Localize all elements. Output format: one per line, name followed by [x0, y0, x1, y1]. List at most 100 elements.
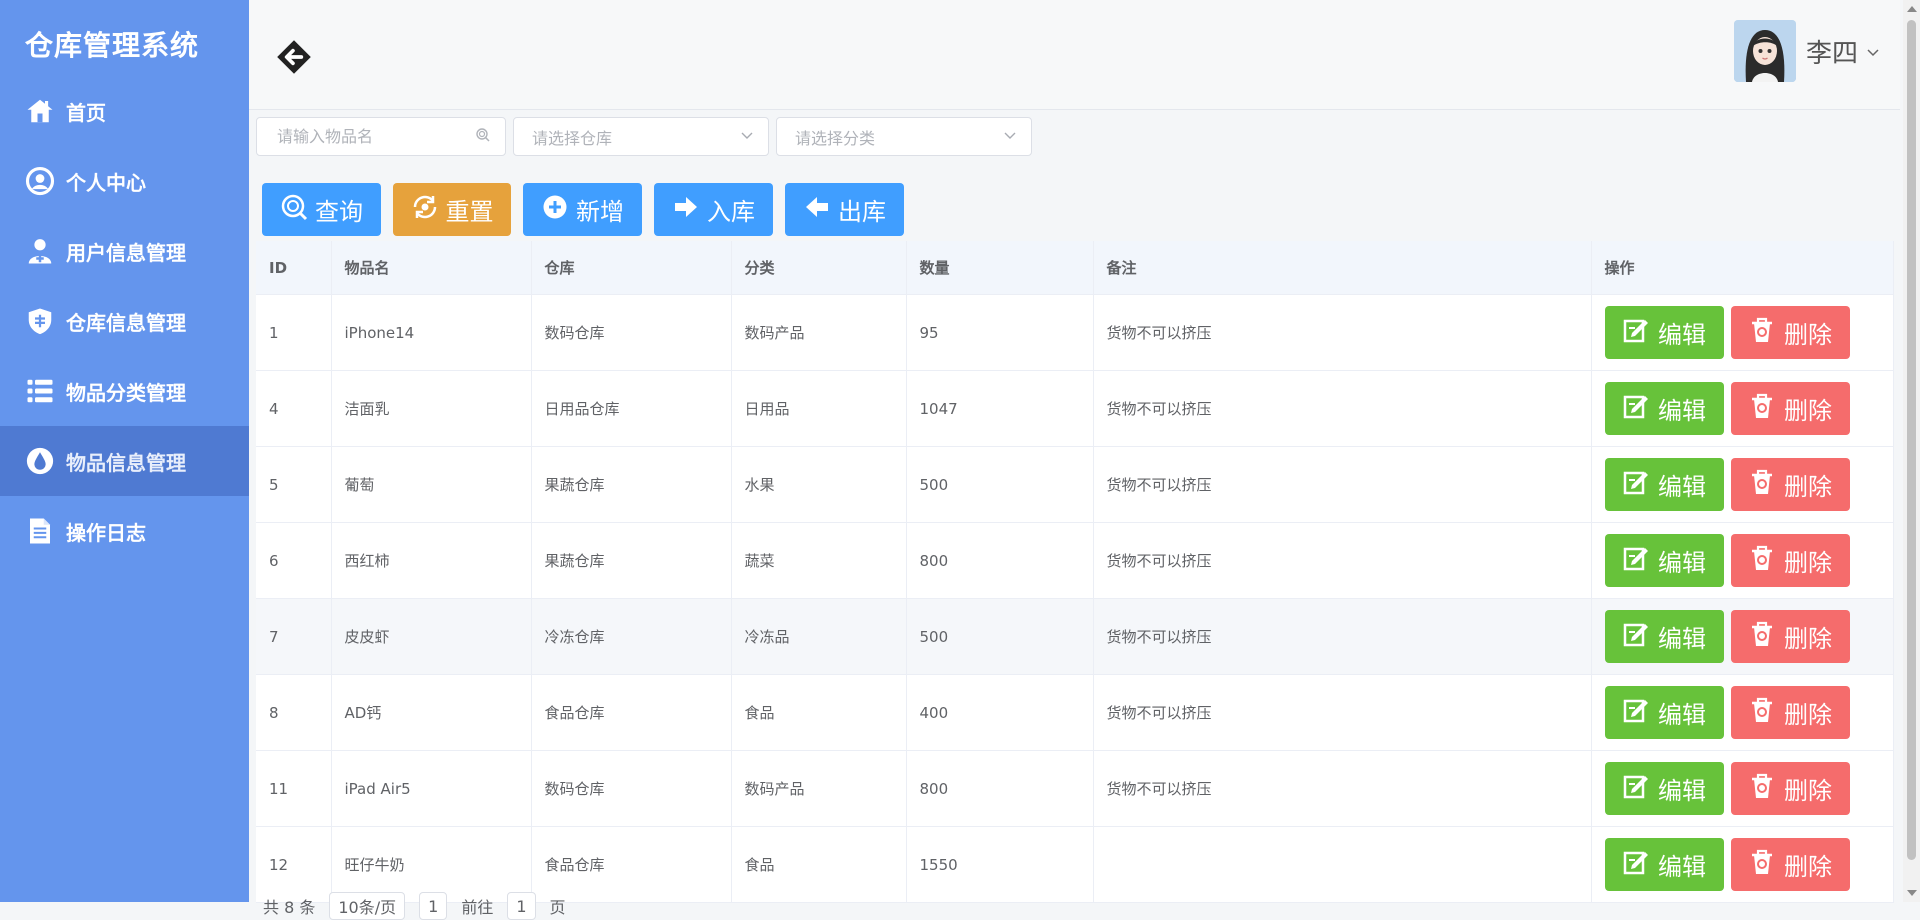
delete-button-label: 删除: [1784, 397, 1832, 425]
warehouse-select[interactable]: 请选择仓库: [513, 117, 769, 156]
cell-qty: 95: [906, 294, 1094, 371]
arrow-left-icon: [803, 193, 838, 227]
query-button[interactable]: 查询: [262, 183, 381, 236]
delete-button[interactable]: 删除: [1730, 534, 1850, 587]
row-actions: 编辑 删除: [1604, 534, 1892, 587]
sidebar-item-label: 操作日志: [66, 520, 146, 545]
sidebar-item-profile[interactable]: 个人中心: [0, 146, 249, 216]
sidebar-item-logs[interactable]: 操作日志: [0, 496, 249, 566]
edit-icon: [1622, 696, 1658, 730]
edit-button[interactable]: 编辑: [1604, 686, 1724, 739]
delete-button[interactable]: 删除: [1730, 838, 1850, 891]
goto-prefix: 前往: [461, 898, 494, 917]
inbound-button-label: 入库: [707, 198, 755, 226]
scrollbar[interactable]: [1903, 0, 1920, 902]
header: 李四: [249, 0, 1900, 110]
cell-note: [1093, 826, 1592, 903]
scroll-down-icon[interactable]: [1907, 890, 1917, 896]
chevron-down-icon: [1866, 44, 1880, 58]
delete-button-label: 删除: [1784, 777, 1832, 805]
table-row: 1 iPhone14 数码仓库 数码产品 95 货物不可以挤压 编辑 删除: [256, 294, 1894, 371]
edit-button[interactable]: 编辑: [1604, 762, 1724, 815]
app-title: 仓库管理系统: [25, 29, 200, 62]
outbound-button[interactable]: 出库: [785, 183, 904, 236]
delete-button-label: 删除: [1784, 549, 1832, 577]
cell-qty: 1047: [906, 370, 1094, 447]
table-header-row: ID 物品名 仓库 分类 数量 备注 操作: [256, 241, 1894, 295]
cell-warehouse: 日用品仓库: [531, 370, 732, 447]
edit-button[interactable]: 编辑: [1604, 382, 1724, 435]
back-arrow-icon[interactable]: [273, 36, 315, 78]
cell-category: 水果: [731, 446, 907, 523]
reset-button[interactable]: 重置: [393, 183, 511, 236]
cell-category: 数码产品: [731, 750, 907, 827]
item-name-input[interactable]: [275, 126, 469, 147]
sidebar-item-warehouses[interactable]: 仓库信息管理: [0, 286, 249, 356]
inbound-button[interactable]: 入库: [654, 183, 773, 236]
delete-button[interactable]: 删除: [1730, 382, 1850, 435]
delete-button[interactable]: 删除: [1730, 610, 1850, 663]
user-add-icon: [24, 235, 56, 267]
table-row: 8 AD钙 食品仓库 食品 400 货物不可以挤压 编辑 删除: [256, 674, 1894, 751]
edit-button-label: 编辑: [1658, 625, 1706, 653]
cell-name: iPad Air5: [331, 750, 532, 827]
search-icon: [475, 127, 491, 147]
edit-button[interactable]: 编辑: [1604, 458, 1724, 511]
cell-actions: 编辑 删除: [1591, 674, 1894, 751]
reset-button-label: 重置: [445, 198, 494, 226]
sidebar-item-categories[interactable]: 物品分类管理: [0, 356, 249, 426]
cell-id: 8: [256, 674, 332, 751]
user-menu[interactable]: 李四: [1733, 20, 1880, 82]
cell-qty: 800: [906, 522, 1094, 599]
edit-icon: [1622, 392, 1658, 426]
goto-input[interactable]: 1: [507, 892, 536, 920]
edit-button[interactable]: 编辑: [1604, 534, 1724, 587]
cell-id: 1: [256, 294, 332, 371]
items-table: ID 物品名 仓库 分类 数量 备注 操作 1 iPhone14 数码仓库 数码产品 9…: [256, 241, 1894, 903]
edit-icon: [1622, 620, 1658, 654]
trash-icon: [1748, 316, 1784, 350]
cell-note: 货物不可以挤压: [1093, 750, 1592, 827]
row-actions: 编辑 删除: [1604, 382, 1892, 435]
scrollbar-thumb[interactable]: [1907, 20, 1916, 860]
delete-button[interactable]: 删除: [1730, 458, 1850, 511]
delete-button[interactable]: 删除: [1730, 686, 1850, 739]
cell-actions: 编辑 删除: [1591, 522, 1894, 599]
add-button[interactable]: 新增: [523, 183, 642, 236]
user-circle-icon: [24, 165, 56, 197]
sidebar-item-label: 个人中心: [66, 170, 146, 195]
sidebar-item-home[interactable]: 首页: [0, 76, 249, 146]
trash-icon: [1748, 696, 1784, 730]
scroll-up-icon[interactable]: [1907, 6, 1917, 12]
edit-button[interactable]: 编辑: [1604, 610, 1724, 663]
table-row: 4 洁面乳 日用品仓库 日用品 1047 货物不可以挤压 编辑 删除: [256, 370, 1894, 447]
category-select-placeholder: 请选择分类: [795, 128, 876, 148]
delete-button[interactable]: 删除: [1730, 306, 1850, 359]
category-select[interactable]: 请选择分类: [776, 117, 1032, 156]
user-name: 李四: [1805, 38, 1858, 69]
edit-button-label: 编辑: [1658, 473, 1706, 501]
edit-button[interactable]: 编辑: [1604, 306, 1724, 359]
cell-note: 货物不可以挤压: [1093, 446, 1592, 523]
sidebar-item-users[interactable]: 用户信息管理: [0, 216, 249, 286]
sidebar: 仓库管理系统 首页 个人中心 用户信息管理 仓库信息管理 物品分类管理 物品信息…: [0, 0, 249, 902]
page-number[interactable]: 1: [419, 892, 448, 920]
cell-actions: 编辑 删除: [1591, 446, 1894, 523]
sidebar-item-items[interactable]: 物品信息管理: [0, 426, 249, 496]
cell-name: 皮皮虾: [331, 598, 532, 675]
cell-name: 洁面乳: [331, 370, 532, 447]
edit-button[interactable]: 编辑: [1604, 838, 1724, 891]
cell-note: 货物不可以挤压: [1093, 370, 1592, 447]
page-size-select[interactable]: 10条/页: [329, 892, 406, 920]
row-actions: 编辑 删除: [1604, 610, 1892, 663]
arrow-right-icon: [672, 193, 707, 227]
search-icon: [280, 193, 315, 227]
page-size-value: 10条/页: [338, 898, 397, 917]
trash-icon: [1748, 468, 1784, 502]
pagination-total: 共 8 条: [263, 898, 316, 917]
delete-button[interactable]: 删除: [1730, 762, 1850, 815]
chevron-down-icon: [1003, 127, 1017, 146]
cell-note: 货物不可以挤压: [1093, 674, 1592, 751]
cell-actions: 编辑 删除: [1591, 750, 1894, 827]
trash-icon: [1748, 544, 1784, 578]
